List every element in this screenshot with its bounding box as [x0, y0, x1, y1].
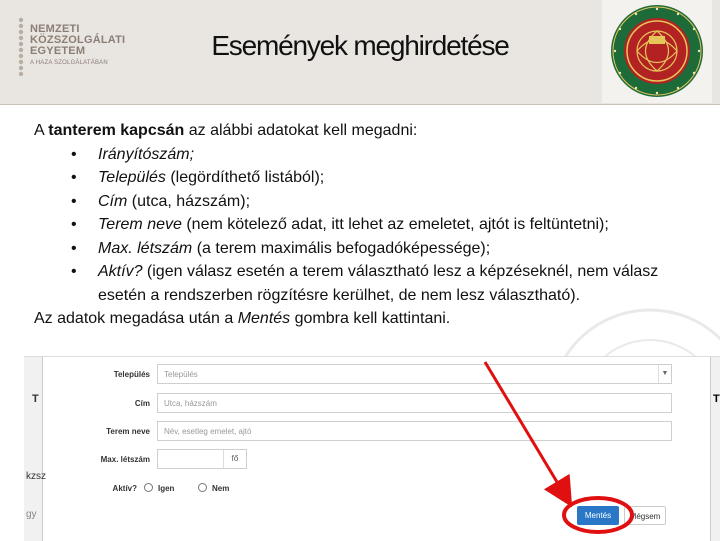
bullet-icon: • — [71, 192, 77, 210]
capacity-label: Max. létszám — [100, 455, 150, 464]
bullet-icon: • — [71, 239, 77, 257]
outro-em: Mentés — [237, 310, 291, 327]
instructions-text: A tanterem kapcsán az alábbi adatokat ke… — [34, 119, 694, 331]
capacity-unit: fő — [223, 450, 246, 468]
chevron-down-icon[interactable]: ▼ — [658, 365, 671, 383]
item-field-name: Aktív? — [98, 263, 143, 280]
item-field-name: Település — [98, 169, 166, 186]
address-input[interactable]: Utca, házszám — [157, 393, 672, 413]
list-item: • Település (legördíthető listából); — [34, 166, 694, 190]
active-yes-label[interactable]: Igen — [158, 484, 174, 493]
bullet-icon: • — [71, 169, 77, 186]
item-field-name: Irányítószám; — [98, 145, 195, 163]
address-label: Cím — [134, 399, 150, 408]
item-description: (legördíthető listából); — [165, 169, 325, 186]
field-list: • Irányítószám; • Település (legördíthető … — [34, 143, 694, 308]
item-description: (a terem maximális befogadóképessége); — [192, 239, 491, 257]
university-seal-icon — [611, 5, 703, 97]
settlement-label: Település — [113, 370, 150, 379]
settlement-select[interactable]: Település ▼ — [157, 364, 672, 384]
settlement-placeholder: Település — [164, 370, 198, 379]
slide-header: NEMZETI KÖZSZOLGÁLATI EGYETEM A HAZA SZO… — [0, 0, 720, 105]
left-panel-edge: T kzsz gy — [24, 357, 46, 541]
item-field-name: Max. létszám — [98, 239, 193, 257]
seal-container — [602, 0, 712, 103]
outro-line: Az adatok megadása után a Mentés gombra … — [34, 307, 694, 331]
list-item: • Max. létszám (a terem maximális befogad… — [34, 237, 694, 261]
list-item: • Cím (utca, házszám); — [34, 190, 694, 214]
list-item: • Irányítószám; — [34, 143, 694, 167]
bullet-icon: • — [71, 145, 77, 163]
room-name-input[interactable]: Név, esetleg emelet, ajtó — [157, 421, 672, 441]
active-yes-radio[interactable] — [144, 483, 153, 492]
room-name-label: Terem neve — [106, 427, 150, 436]
active-no-radio[interactable] — [198, 483, 207, 492]
address-placeholder: Utca, házszám — [164, 399, 217, 408]
active-no-label[interactable]: Nem — [212, 484, 229, 493]
list-item: • Terem neve (nem kötelező adat, itt lehe… — [34, 213, 694, 237]
right-strip-text: T — [713, 393, 720, 405]
form-screenshot: T kzsz gy T Település Település ▼ Cím Ut… — [24, 356, 720, 541]
left-strip-text: gy — [26, 509, 37, 520]
bullet-icon: • — [71, 216, 77, 233]
save-button[interactable]: Mentés — [577, 506, 619, 525]
item-description: (nem kötelező adat, itt lehet az emelete… — [181, 216, 609, 233]
left-strip-text: kzsz — [26, 471, 46, 482]
capacity-input[interactable]: fő — [157, 449, 247, 469]
outro-suffix: gombra kell kattintani. — [290, 310, 451, 327]
outro-prefix: Az adatok megadása után a — [34, 310, 238, 327]
item-description: (igen válasz esetén a terem választható … — [98, 263, 659, 304]
item-description: (utca, házszám); — [127, 192, 251, 210]
intro-bold: tanterem kapcsán — [48, 122, 185, 139]
active-label: Aktív? — [112, 484, 137, 493]
cancel-button[interactable]: Mégsem — [624, 506, 666, 525]
item-field-name: Cím — [98, 192, 128, 210]
item-field-name: Terem neve — [98, 216, 182, 233]
intro-prefix: A — [34, 122, 49, 139]
right-panel-edge: T — [710, 357, 720, 541]
intro-suffix: az alábbi adatokat kell megadni: — [184, 122, 418, 139]
room-name-placeholder: Név, esetleg emelet, ajtó — [164, 427, 252, 436]
intro-line: A tanterem kapcsán az alábbi adatokat ke… — [34, 119, 694, 143]
list-item: • Aktív? (igen válasz esetén a terem vála… — [34, 260, 694, 307]
bullet-icon: • — [71, 263, 77, 280]
